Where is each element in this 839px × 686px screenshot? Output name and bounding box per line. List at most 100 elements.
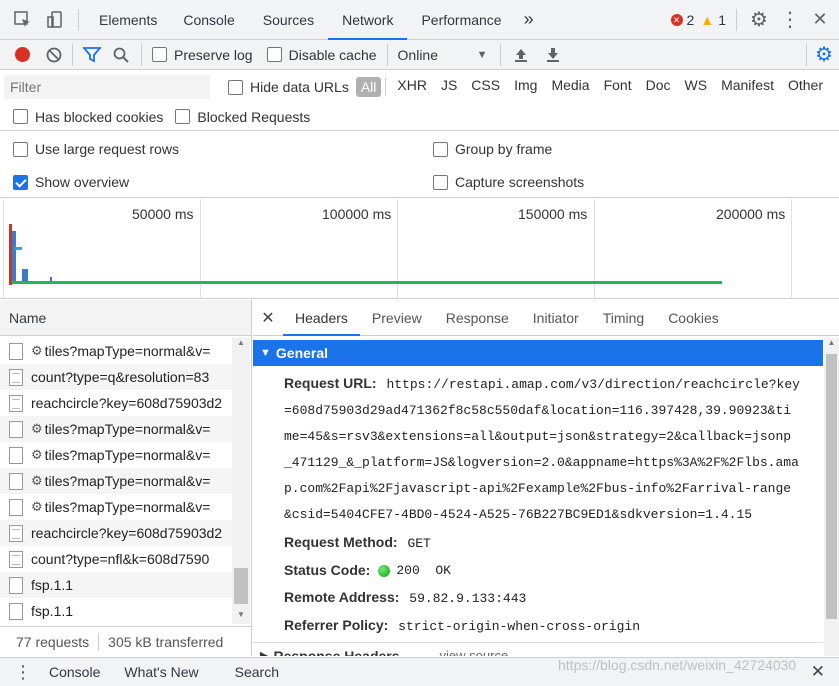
request-url-line: p.com%2Fapi%2Fjavascript-api%2Fexample%2… — [284, 481, 792, 496]
request-row[interactable]: ⚙ tiles?mapType=normal&v= — [0, 468, 232, 494]
disable-cache-checkbox[interactable] — [266, 47, 282, 62]
timeline-gridline — [791, 199, 792, 299]
has-blocked-cookies-checkbox[interactable] — [13, 109, 28, 124]
throttling-select[interactable]: Online ▼ — [398, 47, 488, 63]
drawer-tab-search[interactable]: Search — [235, 664, 279, 680]
collapse-triangle-icon: ▶ — [260, 650, 269, 656]
request-name: fsp.1.1 — [31, 577, 74, 593]
filter-icon[interactable] — [83, 46, 101, 63]
scroll-thumb[interactable] — [826, 354, 837, 619]
scroll-up-arrow[interactable]: ▲ — [824, 338, 839, 352]
type-filter-all[interactable]: All — [355, 77, 382, 97]
inspect-element-icon[interactable] — [10, 10, 36, 29]
preserve-log-label: Preserve log — [174, 46, 253, 63]
drawer-tab-whats-new[interactable]: What's New — [124, 664, 198, 680]
record-button[interactable] — [15, 47, 30, 62]
type-filter-media[interactable]: Media — [544, 77, 596, 97]
request-row[interactable]: count?type=q&resolution=83 — [0, 364, 232, 390]
request-row[interactable]: ⚙ tiles?mapType=normal&v= — [0, 338, 232, 364]
filter-bar: Hide data URLs All XHRJSCSSImgMediaFontDo… — [0, 71, 839, 103]
type-filter-doc[interactable]: Doc — [639, 77, 678, 97]
divider — [98, 632, 100, 651]
request-method-value: GET — [407, 536, 431, 551]
tab-elements[interactable]: Elements — [87, 12, 169, 28]
scroll-down-arrow[interactable]: ▼ — [232, 610, 250, 624]
device-toolbar-icon[interactable] — [42, 10, 68, 29]
tab-network[interactable]: Network — [328, 0, 408, 40]
type-filter-other[interactable]: Other — [781, 77, 830, 97]
tab-cookies[interactable]: Cookies — [656, 300, 731, 336]
overview-timeline[interactable]: 50000 ms 100000 ms 150000 ms 200000 ms — [0, 199, 839, 299]
large-rows-checkbox[interactable] — [13, 141, 28, 157]
timeline-long-request — [12, 281, 722, 284]
filter-input[interactable] — [4, 75, 210, 99]
status-code-value: 200 OK — [396, 563, 451, 578]
clear-icon[interactable] — [46, 47, 62, 63]
tab-timing[interactable]: Timing — [591, 300, 657, 336]
request-row[interactable]: fsp.1.1 — [0, 598, 232, 624]
file-icon — [9, 498, 23, 516]
more-options-icon[interactable]: ⋮ — [775, 7, 805, 32]
timeline-tick-label: 200000 ms — [716, 206, 786, 222]
settings-gear-icon[interactable]: ⚙ — [743, 7, 775, 32]
request-row[interactable]: ⚙ tiles?mapType=normal&v= — [0, 442, 232, 468]
details-tab-bar: ✕ Headers Preview Response Initiator Timing C… — [253, 300, 839, 336]
network-settings-gear-icon[interactable]: ⚙ — [815, 42, 833, 67]
request-row[interactable]: ⚙ tiles?mapType=normal&v= — [0, 494, 232, 520]
request-method-label: Request Method: — [284, 534, 398, 550]
request-row[interactable]: ⚙ tiles?mapType=normal&v= — [0, 416, 232, 442]
drawer-tab-console[interactable]: Console — [49, 664, 100, 680]
request-row[interactable]: fsp.1.1 — [0, 572, 232, 598]
preserve-log-checkbox[interactable] — [152, 47, 167, 62]
type-filter-css[interactable]: CSS — [464, 77, 507, 97]
has-blocked-cookies-label: Has blocked cookies — [35, 108, 164, 125]
top-tab-bar: Elements Console Sources Network Perform… — [0, 0, 839, 40]
tab-preview[interactable]: Preview — [360, 300, 434, 336]
list-scrollbar[interactable]: ▲ ▼ — [232, 338, 250, 624]
remote-address-value: 59.82.9.133:443 — [409, 591, 527, 606]
tab-performance[interactable]: Performance — [407, 12, 515, 28]
type-filter-xhr[interactable]: XHR — [390, 77, 434, 97]
details-scrollbar[interactable]: ▲ — [824, 338, 839, 656]
type-filter-manifest[interactable]: Manifest — [714, 77, 781, 97]
type-filter-ws[interactable]: WS — [678, 77, 715, 97]
response-headers-section-header[interactable]: ▶ Response Headers view source — [253, 642, 823, 656]
divider — [78, 8, 79, 31]
scroll-up-arrow[interactable]: ▲ — [232, 338, 250, 352]
close-drawer-icon[interactable]: ✕ — [811, 662, 825, 682]
remote-address-label: Remote Address: — [284, 589, 400, 605]
drawer-menu-icon[interactable]: ⋮ — [14, 662, 34, 683]
type-filter-js[interactable]: JS — [434, 77, 464, 97]
request-row[interactable]: reachcircle?key=608d75903d2 — [0, 390, 232, 416]
tab-sources[interactable]: Sources — [249, 12, 328, 28]
group-by-frame-checkbox[interactable] — [433, 141, 448, 157]
file-icon — [9, 446, 23, 464]
scroll-thumb[interactable] — [234, 568, 248, 604]
document-file-icon — [9, 394, 23, 412]
import-har-icon[interactable] — [513, 47, 529, 63]
name-column-header[interactable]: Name — [0, 300, 251, 336]
more-tabs-button[interactable]: » — [516, 9, 542, 30]
tab-console[interactable]: Console — [169, 12, 248, 28]
hide-data-urls-checkbox[interactable] — [228, 79, 243, 95]
general-section-header[interactable]: ▼ General — [253, 340, 823, 366]
type-filter-font[interactable]: Font — [597, 77, 639, 97]
close-devtools-icon[interactable]: ✕ — [805, 9, 835, 30]
tab-initiator[interactable]: Initiator — [521, 300, 591, 336]
show-overview-checkbox[interactable] — [13, 174, 28, 190]
type-filter-img[interactable]: Img — [507, 77, 544, 97]
search-icon[interactable] — [113, 47, 129, 63]
export-har-icon[interactable] — [545, 47, 561, 63]
tab-headers[interactable]: Headers — [283, 300, 360, 336]
document-file-icon — [9, 550, 23, 568]
error-counter[interactable]: ✕ 2 ▲ 1 — [670, 12, 726, 28]
close-details-icon[interactable]: ✕ — [253, 308, 283, 328]
file-icon — [9, 420, 23, 438]
request-details-pane: ✕ Headers Preview Response Initiator Timing C… — [253, 300, 839, 656]
tab-response[interactable]: Response — [434, 300, 521, 336]
capture-screenshots-checkbox[interactable] — [433, 174, 448, 190]
view-source-link[interactable]: view source — [440, 648, 509, 656]
request-row[interactable]: count?type=nfl&k=608d7590 — [0, 546, 232, 572]
blocked-requests-checkbox[interactable] — [175, 109, 191, 124]
request-row[interactable]: reachcircle?key=608d75903d2 — [0, 520, 232, 546]
